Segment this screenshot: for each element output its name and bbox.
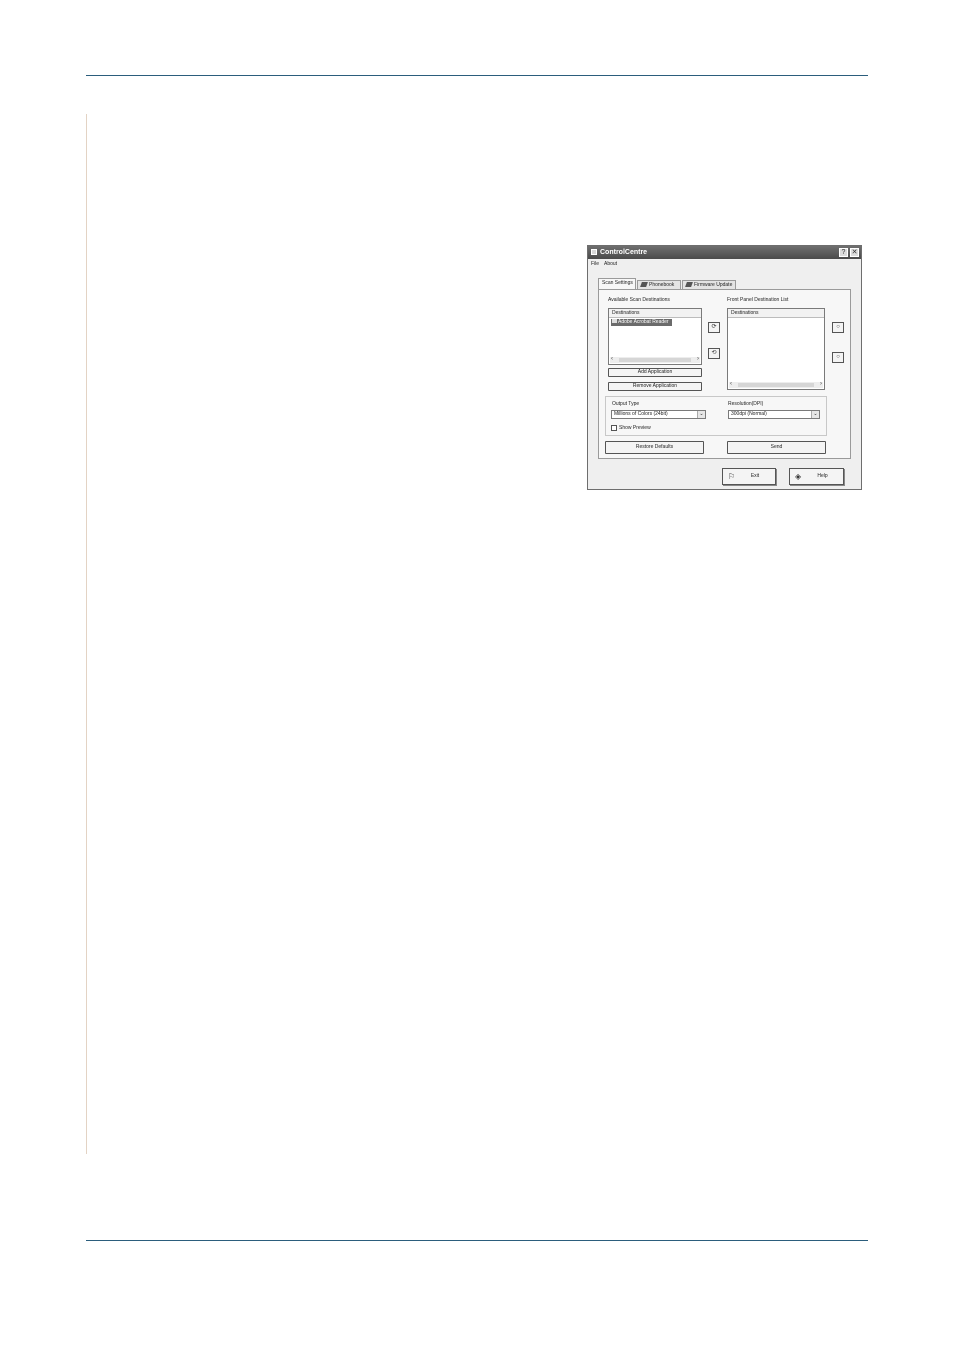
arrow-down-icon: ○ — [836, 354, 840, 360]
close-button[interactable]: ✕ — [850, 248, 859, 257]
output-settings-group: Output Type Millions of Colors (24bit) ⌄… — [605, 396, 827, 436]
menu-bar: File About — [588, 259, 861, 268]
available-destinations-list[interactable]: Destinations Adobe Acrobat Reader ‹ › — [608, 308, 702, 365]
front-panel-list-label: Front Panel Destination List — [727, 297, 789, 303]
title-bar[interactable]: ControlCentre ? ✕ — [588, 246, 861, 259]
output-type-value: Millions of Colors (24bit) — [614, 411, 668, 417]
list-header: Destinations — [728, 309, 824, 318]
help-button[interactable]: ◈ Help — [789, 468, 844, 485]
resolution-select[interactable]: 300dpi (Normal) ⌄ — [728, 410, 820, 419]
tab-label: Firmware Update — [694, 282, 733, 288]
help-title-button[interactable]: ? — [839, 248, 848, 257]
menu-about[interactable]: About — [604, 261, 617, 267]
scroll-thumb[interactable] — [619, 358, 691, 362]
send-button[interactable]: Send — [727, 441, 826, 454]
horizontal-scrollbar[interactable]: ‹ › — [610, 356, 700, 363]
scroll-right-icon[interactable]: › — [820, 381, 822, 387]
list-header: Destinations — [609, 309, 701, 318]
move-up-button[interactable]: ○ — [832, 322, 844, 333]
restore-defaults-button[interactable]: Restore Defaults — [605, 441, 704, 454]
header-rule — [86, 75, 868, 76]
menu-file[interactable]: File — [591, 261, 599, 267]
resolution-value: 300dpi (Normal) — [731, 411, 767, 417]
output-type-label: Output Type — [612, 401, 640, 407]
chevron-down-icon[interactable]: ⌄ — [697, 411, 705, 418]
output-type-select[interactable]: Millions of Colors (24bit) ⌄ — [611, 410, 706, 419]
app-icon — [591, 249, 597, 255]
show-preview-label: Show Preview — [619, 425, 651, 431]
front-panel-destination-list[interactable]: Destinations ‹ › — [727, 308, 825, 390]
list-item-label: Adobe Acrobat Reader — [618, 319, 669, 325]
show-preview-checkbox[interactable] — [611, 425, 617, 431]
arrow-right-icon: ⟳ — [711, 324, 717, 330]
scroll-left-icon[interactable]: ‹ — [730, 381, 732, 387]
resolution-label: Resolution(DPI) — [728, 401, 764, 407]
scan-settings-panel: Available Scan Destinations Front Panel … — [598, 289, 851, 459]
chevron-down-icon[interactable]: ⌄ — [811, 411, 819, 418]
add-application-button[interactable]: Add Application — [608, 368, 702, 377]
move-to-front-panel-button[interactable]: ⟳ — [708, 322, 720, 333]
arrow-left-icon: ⟲ — [711, 350, 717, 356]
tab-label: Scan Settings — [602, 280, 633, 286]
tab-label: Phonebook — [649, 282, 675, 288]
folder-icon — [612, 319, 617, 323]
available-destinations-label: Available Scan Destinations — [608, 297, 670, 303]
move-down-button[interactable]: ○ — [832, 352, 844, 363]
exit-label: Exit — [750, 473, 760, 479]
control-centre-window: ControlCentre ? ✕ File About Scan Settin… — [587, 245, 862, 490]
firmware-icon — [685, 282, 693, 287]
horizontal-scrollbar[interactable]: ‹ › — [729, 381, 823, 388]
help-label: Help — [817, 473, 828, 479]
scroll-left-icon[interactable]: ‹ — [611, 356, 613, 362]
window-title: ControlCentre — [600, 249, 648, 256]
list-item[interactable]: Adobe Acrobat Reader — [611, 319, 672, 326]
margin-line — [86, 114, 87, 1154]
exit-button[interactable]: ⚐ Exit — [722, 468, 776, 485]
scroll-thumb[interactable] — [738, 383, 814, 387]
scroll-right-icon[interactable]: › — [697, 356, 699, 362]
remove-application-button[interactable]: Remove Application — [608, 382, 702, 391]
remove-from-front-panel-button[interactable]: ⟲ — [708, 348, 720, 359]
footer-rule — [86, 1240, 868, 1241]
arrow-up-icon: ○ — [836, 324, 840, 330]
phonebook-icon — [640, 282, 648, 287]
